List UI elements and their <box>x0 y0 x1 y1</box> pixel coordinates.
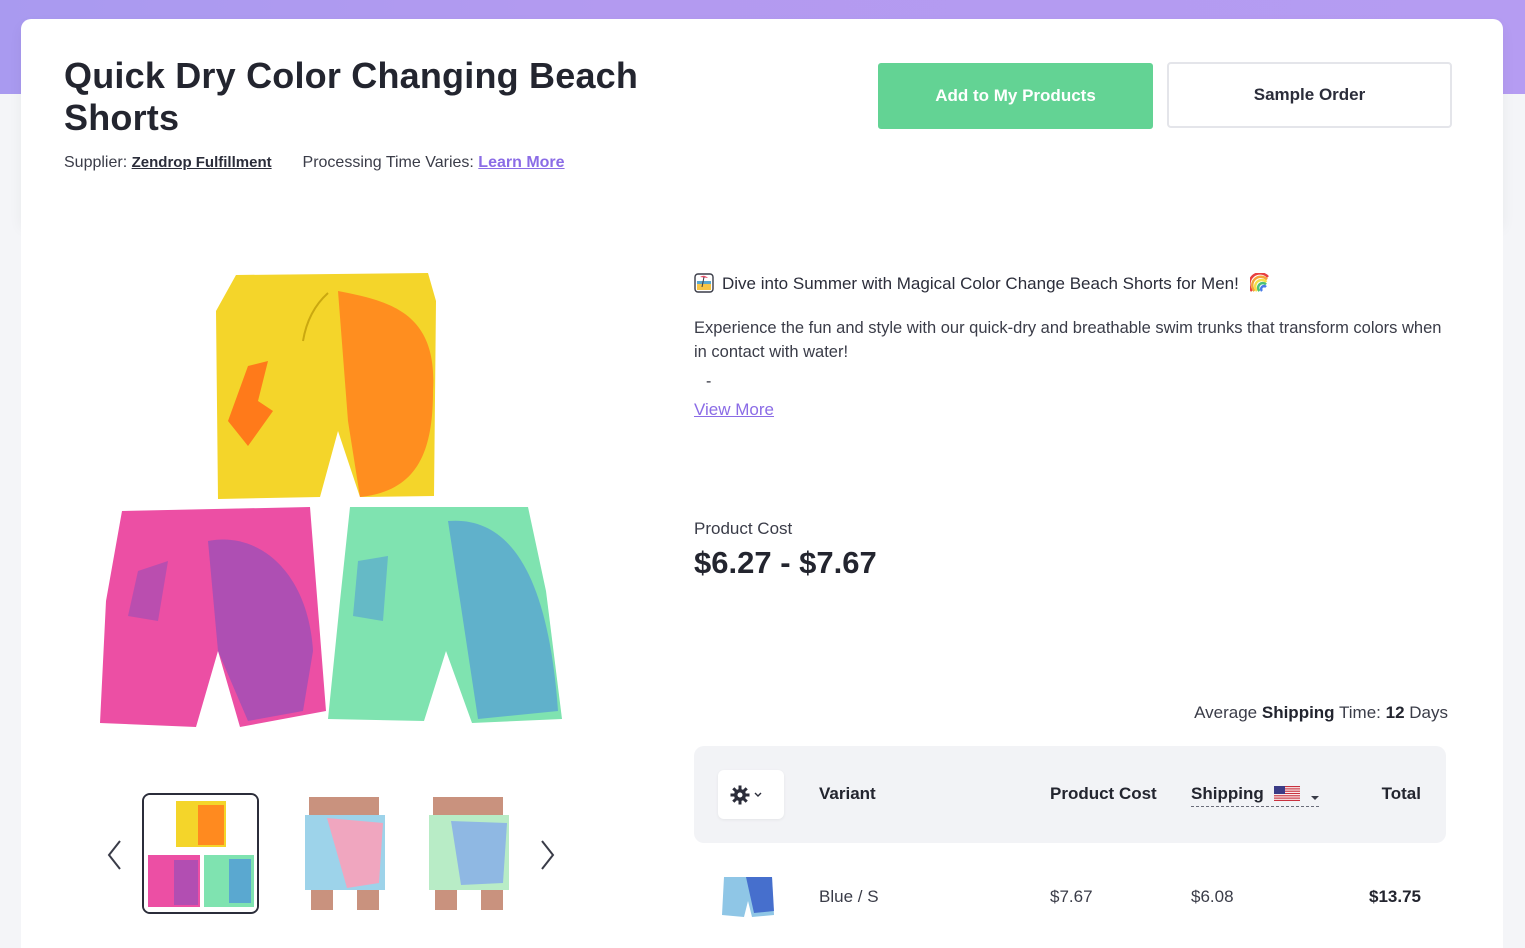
yellow-shorts <box>216 273 436 499</box>
column-total: Total <box>1381 784 1421 803</box>
product-meta: Supplier: Zendrop Fulfillment Processing… <box>64 154 565 172</box>
thumbnail-2[interactable] <box>287 793 404 914</box>
variant-name: Blue / S <box>819 887 879 906</box>
gear-icon <box>730 785 750 805</box>
table-row[interactable]: Blue / S $7.67 $6.08 $13.75 <box>694 851 1446 941</box>
variant-shipping-cost: $6.08 <box>1191 887 1234 906</box>
pink-shorts <box>100 507 326 727</box>
beach-emoji-icon <box>694 273 714 293</box>
variant-thumbnail <box>718 871 778 921</box>
column-product-cost: Product Cost <box>1050 784 1157 803</box>
sample-order-button[interactable]: Sample Order <box>1167 62 1452 128</box>
product-content: Dive into Summer with Magical Color Chan… <box>21 223 1503 948</box>
chevron-left-icon[interactable] <box>104 837 126 873</box>
chevron-down-icon <box>754 792 762 797</box>
description-headline: Dive into Summer with Magical Color Chan… <box>694 273 1270 294</box>
us-flag-icon <box>1274 786 1301 801</box>
product-cost-range: $6.27 - $7.67 <box>694 545 877 580</box>
description-body: Experience the fun and style with our qu… <box>694 319 1442 361</box>
learn-more-link[interactable]: Learn More <box>478 154 564 171</box>
table-settings-button[interactable] <box>718 770 784 819</box>
headline-text: Dive into Summer with Magical Color Chan… <box>722 274 1239 293</box>
variants-table-header: Variant Product Cost Shipping Total <box>694 746 1446 843</box>
processing-label: Processing Time Varies: <box>302 154 474 171</box>
description-bullet: - <box>706 373 712 390</box>
product-header: Quick Dry Color Changing Beach Shorts Su… <box>21 19 1503 223</box>
thumbnail-carousel <box>101 791 571 919</box>
green-shorts <box>328 507 562 723</box>
chevron-down-icon <box>1311 796 1320 800</box>
supplier-label: Supplier: <box>64 154 128 171</box>
thumbnail-1[interactable] <box>142 793 259 914</box>
rainbow-emoji-icon <box>1249 273 1269 292</box>
thumbnail-3[interactable] <box>411 793 528 914</box>
column-variant: Variant <box>819 784 876 803</box>
variant-product-cost: $7.67 <box>1050 887 1093 906</box>
main-product-image <box>100 273 562 727</box>
variant-total: $13.75 <box>1369 887 1421 906</box>
product-title: Quick Dry Color Changing Beach Shorts <box>64 55 639 138</box>
supplier-link[interactable]: Zendrop Fulfillment <box>132 154 272 171</box>
column-shipping-selector[interactable]: Shipping <box>1191 784 1320 807</box>
average-shipping-time: Average Shipping Time: 12 Days <box>1194 703 1448 722</box>
chevron-right-icon[interactable] <box>536 837 558 873</box>
product-cost-label: Product Cost <box>694 519 793 538</box>
view-more-link[interactable]: View More <box>694 400 774 420</box>
add-to-my-products-button[interactable]: Add to My Products <box>878 63 1153 129</box>
